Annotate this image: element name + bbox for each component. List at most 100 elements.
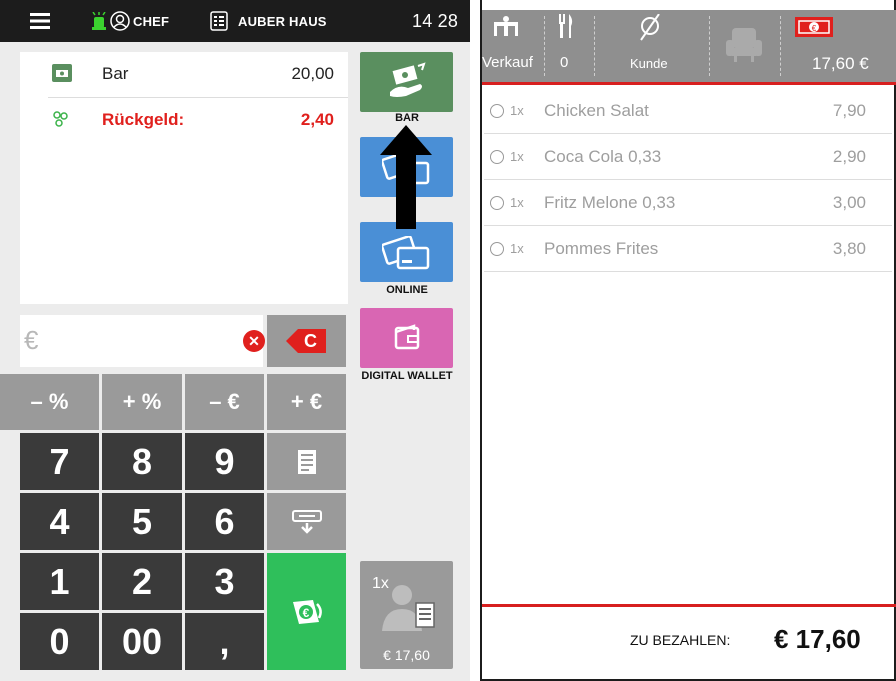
key-9[interactable]: 9 (185, 433, 264, 490)
top-bar: CHEF AUBER HAUS 14 28 (0, 0, 470, 42)
item-qty: 1x (510, 103, 524, 118)
footer-divider (482, 604, 896, 607)
menu-icon[interactable] (30, 0, 50, 42)
person-receipt-icon (382, 585, 435, 631)
change-row: Rückgeld: 2,40 (20, 98, 348, 142)
divider (709, 16, 710, 76)
covers-count[interactable]: 0 (560, 54, 568, 71)
divider (544, 16, 545, 76)
customer-icon (640, 14, 660, 41)
order-item[interactable]: 1x Coca Cola 0,33 2,90 (484, 134, 892, 180)
order-total-header: 17,60 € (812, 54, 869, 73)
key-7[interactable]: 7 (20, 433, 99, 490)
cash-payment-label: BAR (395, 112, 419, 124)
key-decimal[interactable]: , (185, 613, 264, 670)
sale-mode-label[interactable]: Verkauf (482, 54, 533, 71)
table-service-icon (494, 16, 518, 36)
order-panel: Verkauf 0 Kunde € 17,60 € 1x Chicken Sal… (480, 0, 896, 681)
payment-panel: CHEF AUBER HAUS 14 28 Bar 20,00 Rückgeld… (0, 0, 470, 681)
item-qty: 1x (510, 241, 524, 256)
payment-summary: Bar 20,00 Rückgeld: 2,40 (20, 52, 348, 304)
user-selector[interactable]: CHEF (110, 0, 169, 42)
receipt-icon (297, 449, 316, 474)
key-2[interactable]: 2 (102, 553, 182, 610)
change-value: 2,40 (300, 110, 334, 129)
discount-plus-euro-label: + € (290, 389, 323, 414)
key-1[interactable]: 1 (20, 553, 99, 610)
digital-wallet-label: DIGITAL WALLET (361, 370, 453, 382)
item-select-radio[interactable] (490, 149, 504, 164)
change-label: Rückgeld: (102, 110, 185, 129)
order-item[interactable]: 1x Pommes Frites 3,80 (484, 226, 892, 272)
discount-minus-percent-label: – % (30, 389, 69, 414)
order-item[interactable]: 1x Chicken Salat 7,90 (484, 88, 892, 134)
open-drawer-button[interactable] (267, 493, 346, 550)
banknote-icon: € (795, 17, 833, 37)
amount-placeholder: € (24, 325, 39, 355)
key-0[interactable]: 0 (20, 613, 99, 670)
svg-text:€: € (302, 606, 309, 620)
discount-minus-percent-button[interactable]: – % (0, 374, 99, 430)
order-item[interactable]: 1x Fritz Melone 0,33 3,00 (484, 180, 892, 226)
clear-button[interactable]: C (267, 315, 346, 367)
svg-text:€: € (812, 24, 817, 33)
item-name: Chicken Salat (544, 100, 649, 120)
order-header: Verkauf 0 Kunde € 17,60 € (482, 10, 896, 85)
discount-plus-percent-label: + % (122, 389, 162, 414)
item-name: Coca Cola 0,33 (544, 146, 662, 166)
item-qty: 1x (510, 149, 524, 164)
arrow-up-icon (380, 125, 432, 229)
item-select-radio[interactable] (490, 241, 504, 256)
user-name: CHEF (133, 13, 170, 29)
cash-icon (52, 64, 72, 82)
paid-value: 20,00 (291, 64, 334, 83)
item-price: 7,90 (832, 100, 866, 120)
paid-row: Bar 20,00 (20, 52, 348, 96)
customer-label[interactable]: Kunde (630, 56, 668, 71)
amount-input[interactable]: € ✕ (20, 315, 265, 367)
clear-input-icon[interactable]: ✕ (243, 330, 265, 352)
divider (594, 16, 595, 76)
split-bill-button[interactable]: 1x € 17,60 (360, 561, 453, 669)
discount-minus-euro-button[interactable]: – € (185, 374, 264, 430)
item-price: 3,00 (832, 192, 866, 212)
paid-label: Bar (102, 64, 129, 83)
item-name: Pommes Frites (544, 238, 659, 258)
discount-plus-percent-button[interactable]: + % (102, 374, 182, 430)
key-3[interactable]: 3 (185, 553, 264, 610)
online-payment-label: ONLINE (386, 284, 428, 296)
key-4[interactable]: 4 (20, 493, 99, 550)
item-select-radio[interactable] (490, 195, 504, 210)
coins-icon (53, 111, 68, 127)
amount-due-value: € 17,60 (774, 624, 861, 654)
divider (780, 16, 781, 76)
key-5[interactable]: 5 (102, 493, 182, 550)
amount-due-label: ZU BEZAHLEN: (630, 632, 731, 648)
split-total: € 17,60 (383, 647, 430, 663)
online-payment-button[interactable] (360, 222, 453, 282)
item-price: 3,80 (832, 238, 866, 258)
user-icon (110, 11, 130, 31)
wallet-icon (394, 324, 420, 350)
receipt-button[interactable] (267, 433, 346, 490)
discount-plus-euro-button[interactable]: + € (267, 374, 346, 430)
cash-payment-button[interactable] (360, 52, 453, 112)
status-light-icon (92, 0, 106, 42)
key-8[interactable]: 8 (102, 433, 182, 490)
key-6[interactable]: 6 (185, 493, 264, 550)
pay-cash-icon: € (292, 599, 322, 624)
item-select-radio[interactable] (490, 103, 504, 118)
discount-minus-euro-label: – € (209, 389, 240, 414)
pay-button[interactable]: € (267, 553, 346, 670)
armchair-icon (726, 28, 762, 62)
clear-tag-icon: C (286, 329, 326, 353)
list-icon (210, 11, 228, 31)
cash-hand-icon (390, 62, 426, 97)
location-name: AUBER HAUS (238, 13, 327, 29)
cutlery-icon (559, 14, 573, 38)
online-card-icon (382, 236, 430, 270)
location-selector[interactable]: AUBER HAUS (210, 0, 327, 42)
item-price: 2,90 (832, 146, 866, 166)
digital-wallet-button[interactable] (360, 308, 453, 368)
key-00[interactable]: 00 (102, 613, 182, 670)
